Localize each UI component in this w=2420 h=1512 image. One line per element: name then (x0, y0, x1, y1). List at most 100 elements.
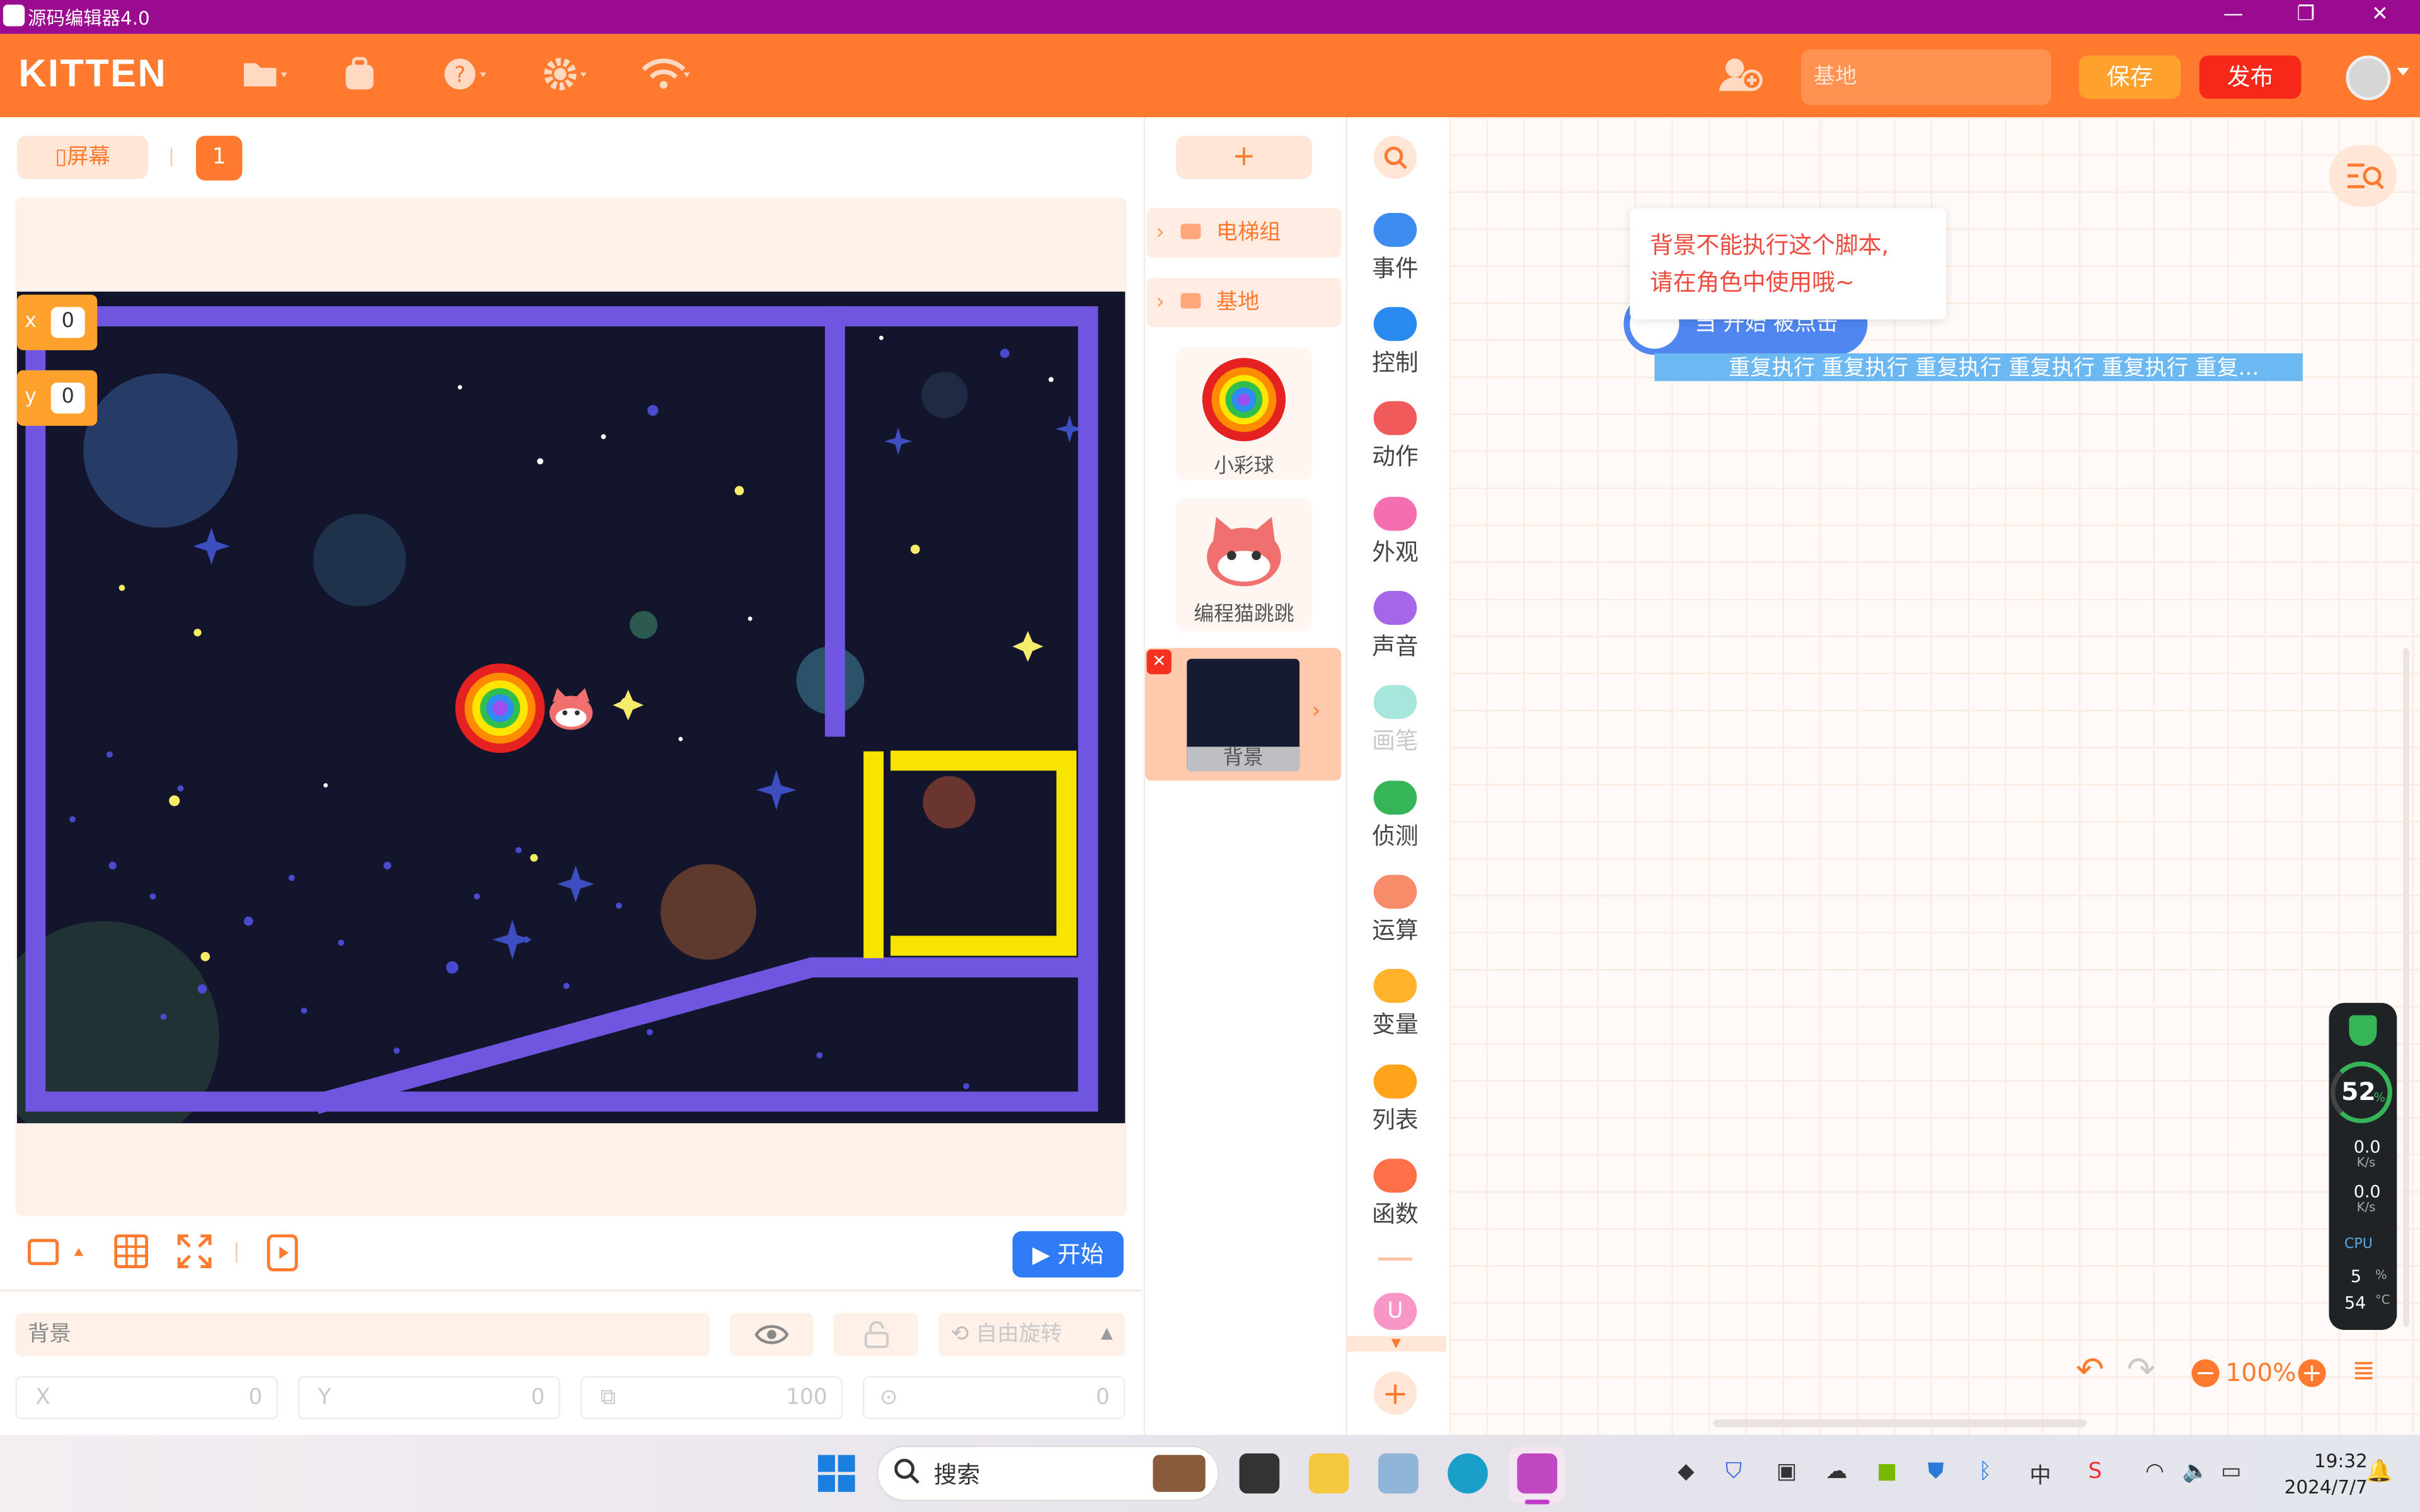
delete-sprite-icon[interactable]: ✕ (1146, 650, 1172, 675)
bluetooth-icon[interactable]: ᛒ (1979, 1460, 1992, 1484)
vertical-scrollbar[interactable] (2403, 648, 2409, 1327)
wifi-icon[interactable]: ◠ (2145, 1460, 2164, 1484)
close-window-button[interactable]: ✕ (2365, 3, 2395, 26)
direction-field[interactable]: ⊙ 0 (862, 1376, 1126, 1420)
rainbow-ball-sprite[interactable] (455, 663, 545, 753)
speed-unit: K/s (2356, 1200, 2376, 1215)
block-search-toggle-icon[interactable] (2329, 145, 2397, 207)
music-icon (1373, 590, 1417, 625)
stage-canvas[interactable] (16, 291, 1126, 1123)
align-blocks-icon[interactable]: ≣ (2352, 1354, 2375, 1387)
chevron-right-icon[interactable]: › (1312, 699, 1321, 723)
edge-icon[interactable] (1448, 1453, 1488, 1494)
save-button[interactable]: 保存 (2078, 55, 2181, 99)
sprite-group-elevator[interactable]: › 电梯组 (1146, 208, 1342, 258)
screen-button[interactable]: ▯屏幕 (16, 135, 149, 180)
windows-start-icon[interactable] (817, 1455, 855, 1498)
record-video-icon[interactable] (265, 1234, 299, 1279)
magnet-icon[interactable]: U (1373, 1293, 1417, 1331)
publish-button[interactable]: 发布 (2199, 55, 2302, 99)
notification-bell-icon[interactable]: 🔔 (2366, 1460, 2393, 1484)
category-label: 动作 (1372, 442, 1419, 471)
cat-sprite[interactable] (549, 688, 593, 730)
tray-app-icon[interactable]: ▣ (1777, 1460, 1797, 1484)
sprite-group-base[interactable]: › 基地 (1146, 277, 1342, 328)
clock-time[interactable]: 19:32 (2300, 1450, 2368, 1472)
scroll-down-icon[interactable]: ▼ (1345, 1336, 1446, 1352)
category-robot[interactable]: 动作 (1346, 401, 1445, 472)
clock-date[interactable]: 2024/7/7 (2272, 1477, 2368, 1498)
category-music[interactable]: 声音 (1346, 590, 1445, 662)
sprite-name-field[interactable]: 背景 (15, 1313, 710, 1356)
task-view-icon[interactable] (1239, 1453, 1280, 1494)
robot-icon (1373, 401, 1417, 435)
battery-icon[interactable]: ▭ (2221, 1460, 2241, 1484)
sprite-label: 背景 (1187, 747, 1300, 772)
gear-icon[interactable] (543, 55, 596, 96)
zoom-in-icon[interactable]: + (2298, 1359, 2326, 1387)
cpu-usage: 5 (2350, 1266, 2361, 1287)
sprite-item-background-selected[interactable]: ✕ 背景 › (1145, 648, 1342, 781)
category-calc[interactable]: 运算 (1346, 874, 1445, 946)
help-icon[interactable]: ? (443, 55, 495, 96)
start-button[interactable]: ▶ 开始 (1012, 1231, 1124, 1278)
taskbar-search[interactable]: 搜索 (877, 1445, 1219, 1501)
category-label: 声音 (1372, 633, 1419, 661)
background-thumbnail: 背景 (1187, 658, 1300, 772)
security-icon[interactable]: ⛊ (1928, 1460, 1944, 1484)
add-sprite-button[interactable]: + (1176, 135, 1312, 180)
category-pen[interactable]: 画笔 (1346, 685, 1445, 756)
avatar[interactable] (2346, 55, 2391, 101)
backpack-icon[interactable] (341, 55, 378, 96)
visibility-toggle[interactable] (730, 1313, 814, 1356)
x-position-field[interactable]: X 0 (15, 1376, 278, 1420)
kitten-app-icon[interactable] (1517, 1453, 1558, 1494)
y-label: y (25, 386, 37, 409)
wifi-icon[interactable] (640, 55, 696, 96)
lock-icon (863, 1320, 888, 1348)
sprite-item-cat[interactable]: 编程猫跳跳 (1176, 498, 1312, 631)
photos-icon[interactable] (1378, 1453, 1419, 1494)
avatar-caret-icon[interactable] (2397, 67, 2409, 76)
add-user-icon[interactable] (1718, 55, 1764, 96)
group-label: 基地 (1216, 290, 1260, 315)
category-gamepad[interactable]: 控制 (1346, 307, 1445, 378)
tray-app-icon[interactable]: ◆ (1678, 1460, 1694, 1484)
maximize-button[interactable]: ❐ (2290, 3, 2321, 26)
tray-app-icon[interactable]: S (2088, 1460, 2102, 1484)
screen-page-tab[interactable]: 1 (196, 135, 243, 181)
category-list[interactable]: 列表 (1346, 1064, 1445, 1136)
repeat-forever-block[interactable]: 重复执行 重复执行 重复执行 重复执行 重复执行 重复... (1654, 353, 2303, 381)
volume-icon[interactable]: 🔈 (2182, 1460, 2210, 1484)
lock-toggle[interactable] (833, 1313, 919, 1356)
file-explorer-icon[interactable] (1308, 1453, 1349, 1494)
category-variable[interactable]: 变量 (1346, 968, 1445, 1040)
defender-icon[interactable]: ⛉ (1726, 1460, 1742, 1484)
onedrive-icon[interactable]: ☁ (1826, 1460, 1847, 1484)
search-blocks-icon[interactable] (1373, 135, 1417, 180)
category-detect[interactable]: 侦测 (1346, 781, 1445, 852)
x-field-value: 0 (248, 1385, 263, 1411)
undo-icon[interactable]: ↶ (2076, 1351, 2104, 1390)
ime-indicator[interactable]: 中 (2029, 1460, 2051, 1491)
category-function[interactable]: 函数 (1346, 1159, 1445, 1230)
folder-icon[interactable] (242, 55, 288, 96)
grid-icon[interactable] (114, 1234, 149, 1276)
nvidia-icon[interactable]: ■ (1877, 1460, 1897, 1484)
category-toggle[interactable]: 事件 (1346, 212, 1445, 284)
shield-icon (2349, 1015, 2377, 1046)
horizontal-scrollbar[interactable] (1713, 1419, 2087, 1428)
category-shirt[interactable]: 外观 (1346, 496, 1445, 568)
minimize-button[interactable]: — (2218, 3, 2249, 26)
zoom-out-icon[interactable]: − (2191, 1359, 2220, 1387)
redo-icon[interactable]: ↷ (2127, 1351, 2155, 1390)
rotation-mode-select[interactable]: ⟲ 自由旋转 ▲ (938, 1313, 1126, 1356)
system-monitor-widget[interactable]: 52 % 0.0 K/s 0.0 K/s CPU 5 % 54 °C (2329, 1002, 2397, 1331)
search-input[interactable] (1801, 49, 2051, 105)
sprite-item-rainbow-ball[interactable]: 小彩球 (1176, 347, 1312, 480)
stage-size-icon[interactable] (26, 1234, 88, 1279)
fullscreen-icon[interactable] (177, 1234, 212, 1276)
add-extension-icon[interactable]: + (1373, 1372, 1417, 1415)
y-position-field[interactable]: Y 0 (297, 1376, 560, 1420)
size-field[interactable]: ⧉ 100 (580, 1376, 843, 1420)
